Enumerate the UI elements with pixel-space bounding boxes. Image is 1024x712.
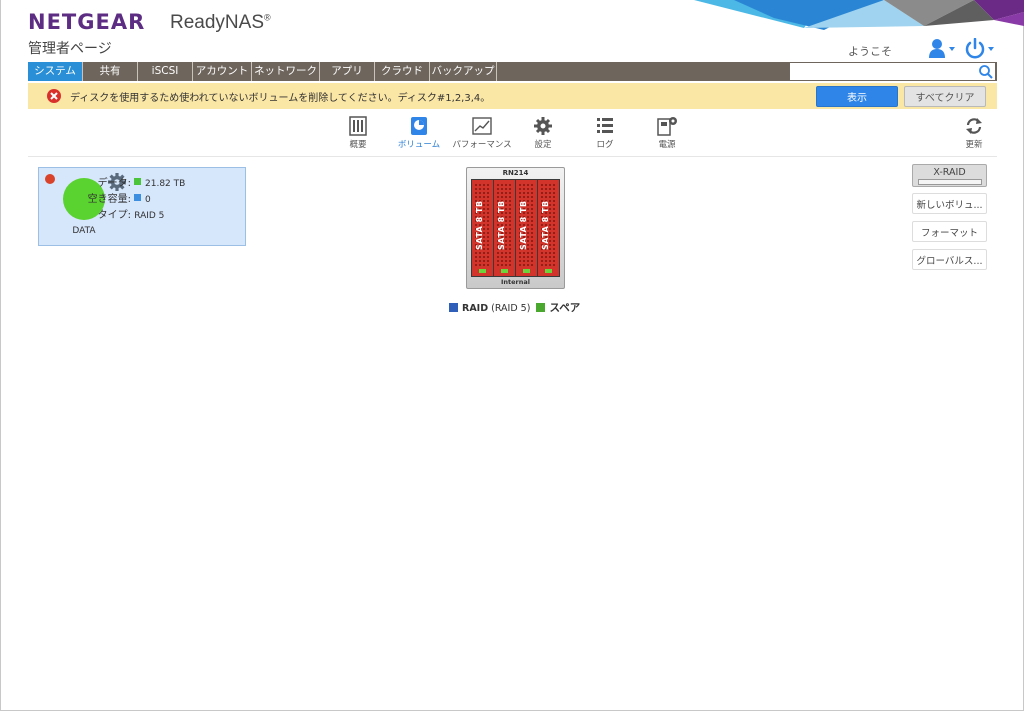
disk-label: SATA 8 TB [519,200,528,250]
disk-bay-2[interactable]: SATA 8 TB [494,180,515,276]
main-nav: システム 共有 iSCSI アカウント ネットワーク アプリ クラウド バックア… [28,62,997,81]
disk-legend: RAID (RAID 5) スペア [449,300,580,315]
log-icon [597,118,613,133]
disk-bay-1[interactable]: SATA 8 TB [472,180,493,276]
user-icon[interactable] [928,38,958,60]
tab-overview[interactable]: 概要 [323,112,393,156]
xraid-track [918,179,982,185]
nav-tab-iscsi[interactable]: iSCSI [138,62,193,81]
type-key: タイプ: [97,210,131,221]
alert-message: ディスクを使用するため使われていないボリュームを削除してください。ディスク#1,… [70,93,491,104]
tab-logs-label: ログ [596,140,614,150]
header-banner-graphic [694,0,1024,30]
nav-tab-system[interactable]: システム [28,62,83,81]
sub-toolbar: 概要 ボリューム パフォーマンス 設定 ログ 電源 更新 [0,112,1024,156]
search-icon[interactable] [978,64,994,79]
spare-label: スペア [549,302,581,314]
tab-settings-label: 設定 [534,140,552,150]
tab-volumes-label: ボリューム [397,140,441,150]
tab-volumes[interactable]: ボリューム [384,112,454,156]
nav-tab-cloud[interactable]: クラウド [375,62,430,81]
show-button[interactable]: 表示 [816,86,898,107]
chassis-footer: Internal [500,278,530,286]
volume-icon [411,117,427,135]
performance-icon [472,117,492,135]
tab-overview-label: 概要 [349,140,367,150]
settings-icon [534,117,552,135]
nav-tab-shares[interactable]: 共有 [83,62,138,81]
nav-tab-network[interactable]: ネットワーク [252,62,320,81]
refresh-label: 更新 [965,140,983,150]
type-value: RAID 5 [134,211,165,221]
refresh-button[interactable]: 更新 [939,112,1009,156]
free-key: 空き容量: [87,194,131,205]
free-value: 0 [145,195,151,205]
chevron-down-icon [949,47,955,51]
xraid-label: X-RAID [933,167,966,178]
volume-status-dot [45,174,55,184]
volume-type-row: タイプ: RAID 5 [67,206,165,221]
free-swatch [134,194,141,201]
overview-icon [349,116,367,136]
data-swatch [134,178,141,185]
nav-tab-accounts[interactable]: アカウント [193,62,252,81]
clear-all-button[interactable]: すべてクリア [904,86,986,107]
welcome-text: ようこそ [848,45,892,58]
raid-label: RAID [462,303,489,314]
format-button[interactable]: フォーマット [912,221,987,242]
tab-settings[interactable]: 設定 [508,112,578,156]
xraid-toggle[interactable]: X-RAID [912,164,987,187]
nav-tabs: システム 共有 iSCSI アカウント ネットワーク アプリ クラウド バックア… [28,62,497,81]
alert-bar: ディスクを使用するため使われていないボリュームを削除してください。ディスク#1,… [28,83,997,109]
disk-label: SATA 8 TB [475,200,484,250]
error-icon [47,89,61,103]
disk-bays: SATA 8 TB SATA 8 TB SATA 8 TB SATA 8 TB [471,179,560,277]
search-input[interactable] [790,63,995,80]
volume-data-row: データ: 21.82 TB [67,174,185,189]
tab-performance[interactable]: パフォーマンス [447,112,517,156]
page-title: 管理者ページ [28,41,112,57]
global-spare-button[interactable]: グローバルス... [912,249,987,270]
data-key: データ: [97,178,131,189]
volume-free-row: 空き容量: 0 [67,190,151,205]
tab-performance-label: パフォーマンス [452,140,512,150]
disk-led [479,269,486,273]
refresh-icon [966,118,982,134]
power-settings-icon [657,117,677,136]
raid-detail: (RAID 5) [491,303,531,314]
tab-power-label: 電源 [658,140,676,150]
disk-led [523,269,530,273]
chassis-model: RN214 [502,169,529,177]
nav-tab-backup[interactable]: バックアップ [430,62,497,81]
disk-label: SATA 8 TB [497,200,506,250]
spare-swatch [536,303,546,312]
nav-tab-apps[interactable]: アプリ [320,62,375,81]
readynas-logo: ReadyNAS® [170,12,271,34]
disk-label: SATA 8 TB [541,200,550,250]
raid-swatch [449,303,458,312]
new-volume-button[interactable]: 新しいボリュ... [912,193,987,214]
data-value: 21.82 TB [145,179,186,189]
netgear-logo: NETGEAR [28,10,146,34]
disk-bay-3[interactable]: SATA 8 TB [516,180,537,276]
disk-led [545,269,552,273]
tab-power[interactable]: 電源 [632,112,702,156]
disk-bay-4[interactable]: SATA 8 TB [538,180,559,276]
disk-led [501,269,508,273]
registered-mark: ® [264,12,271,23]
product-name: ReadyNAS [170,12,264,33]
volume-card[interactable]: DATA データ: 21.82 TB 空き容量: 0 タイプ: RAID 5 [38,167,246,246]
toolbar-divider [28,156,997,157]
tab-logs[interactable]: ログ [570,112,640,156]
power-icon[interactable] [964,37,996,60]
volume-name: DATA [72,226,96,236]
nas-chassis: RN214 SATA 8 TB SATA 8 TB SATA 8 TB SATA… [466,167,565,289]
